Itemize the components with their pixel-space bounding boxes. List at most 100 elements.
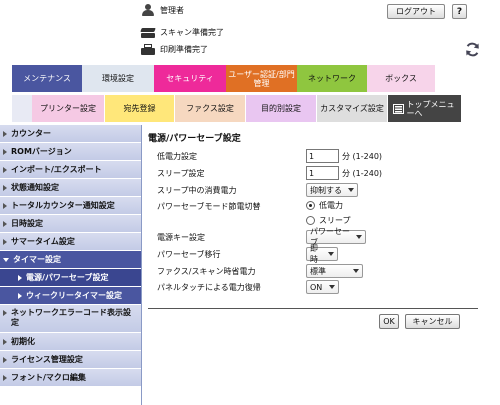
sidebar-item-summer-time[interactable]: サマータイム設定 [0,233,141,251]
sidebar-item-network-error-code[interactable]: ネットワークエラーコード表示設定 [0,305,141,333]
low-power-range: 分 (1-240) [342,151,383,161]
sidebar-item-status-notification[interactable]: 状態通知設定 [0,179,141,197]
scanner-icon [140,27,156,38]
sidebar-item-initialize[interactable]: 初期化 [0,333,141,351]
arrow-right-icon [3,184,7,191]
divider [148,308,478,309]
sidebar-item-label: カウンター [11,129,51,138]
chevron-down-icon [353,269,359,273]
print-status-text: 印刷準備完了 [160,45,208,54]
sidebar-item-import-export[interactable]: インポート/エクスポート [0,161,141,179]
user-label: 管理者 [160,5,184,15]
power-key-label: 電源キー設定 [157,233,205,242]
sidebar-item-label: ROMバージョン [11,147,72,156]
tab-label: カスタマイズ設定 [320,104,384,113]
chevron-down-icon [329,285,335,289]
tab-user-auth[interactable]: ユーザー認証/部門管理 [226,65,297,92]
sidebar-item-font-macro[interactable]: フォント/マクロ編集 [0,369,141,387]
print-status: 印刷準備完了 [141,44,208,55]
tab-label: セキュリティ [166,74,214,83]
page-title: 電源/パワーセーブ設定 [148,134,241,144]
sleep-input[interactable]: 1 [306,166,339,180]
logout-button[interactable]: ログアウト [387,4,445,19]
sleep-consumption-value: 抑制する [310,185,342,195]
fax-scan-power-value: 標準 [310,266,326,276]
arrow-right-icon [3,220,7,227]
sidebar-subitem-power-save[interactable]: 電源/パワーセーブ設定 [0,269,141,287]
sidebar-item-counter[interactable]: カウンター [0,125,141,143]
header: 管理者 ログアウト ? スキャン準備完了 印刷準備完了 [0,0,500,64]
radio-sleep[interactable]: スリープ [306,215,351,226]
sidebar-subitem-label: 電源/パワーセーブ設定 [26,273,109,282]
tab-printer-settings[interactable]: プリンター設定 [32,95,105,122]
sidebar-item-total-counter[interactable]: トータルカウンター通知設定 [0,197,141,215]
power-save-transition-select[interactable]: 即時 [306,244,338,264]
arrow-right-icon [3,356,7,363]
sidebar-item-license[interactable]: ライセンス管理設定 [0,351,141,369]
help-button[interactable]: ? [452,4,467,19]
radio-unselected-icon [306,216,315,225]
tab-label: ボックス [385,74,417,83]
tab-maintenance[interactable]: メンテナンス [12,65,82,92]
chevron-down-icon [356,235,362,239]
sidebar-item-label: ライセンス管理設定 [11,355,83,364]
tab-environment[interactable]: 環境設定 [82,65,154,92]
sidebar-item-date-time[interactable]: 日時設定 [0,215,141,233]
scan-status-text: スキャン準備完了 [160,28,224,37]
power-key-select[interactable]: パワーセーブ [306,227,366,247]
arrow-right-icon [3,374,7,381]
sidebar-item-label: 状態通知設定 [11,183,59,192]
printer-icon [141,44,155,55]
main-tabs: メンテナンス 環境設定 セキュリティ ユーザー認証/部門管理 ネットワーク ボッ… [12,65,435,92]
tab-purpose-settings[interactable]: 目的別設定 [246,95,317,122]
tab-customize-settings[interactable]: カスタマイズ設定 [317,95,388,122]
tab-network[interactable]: ネットワーク [297,65,367,92]
panel-touch-select[interactable]: ON [306,280,339,294]
top-menu-button[interactable]: トップメニューへ [388,95,461,122]
user-icon [141,4,155,16]
sidebar-item-label: フォント/マクロ編集 [11,373,86,382]
refresh-icon[interactable] [464,41,481,58]
arrow-right-icon [18,292,22,299]
arrow-right-icon [18,274,22,281]
fax-scan-power-select[interactable]: 標準 [306,264,363,278]
sub-tabs: プリンター設定 宛先登録 ファクス設定 目的別設定 カスタマイズ設定 トップメニ… [12,95,461,122]
chevron-down-icon [348,188,354,192]
arrow-right-icon [3,148,7,155]
tab-label: ネットワーク [308,74,356,83]
radio-selected-icon [306,201,315,210]
sidebar-item-timer[interactable]: タイマー設定 [0,251,141,269]
arrow-right-icon [3,238,7,245]
tab-label: 宛先登録 [123,104,156,113]
arrow-down-icon [3,257,9,262]
tab-label: メンテナンス [23,74,71,83]
fax-scan-power-label: ファクス/スキャン時省電力 [157,267,256,276]
sleep-label: スリープ設定 [157,169,205,178]
power-save-transition-label: パワーセーブ移行 [157,250,221,259]
sleep-consumption-label: スリープ中の消費電力 [157,186,237,195]
low-power-input[interactable]: 1 [306,149,339,163]
content-panel: 電源/パワーセーブ設定 低電力設定 1 分 (1-240) スリープ設定 1 分… [143,125,500,405]
power-save-mode-label: パワーセーブモード節電切替 [157,202,261,211]
sidebar: カウンター ROMバージョン インポート/エクスポート 状態通知設定 トータルカ… [0,125,142,405]
tab-fax-settings[interactable]: ファクス設定 [175,95,246,122]
radio-low-power-label: 低電力 [319,201,343,210]
sidebar-subitem-weekly-timer[interactable]: ウィークリータイマー設定 [0,287,141,305]
tab-address-registration[interactable]: 宛先登録 [105,95,175,122]
tab-box[interactable]: ボックス [367,65,435,92]
tab-label: プリンター設定 [40,104,96,113]
sleep-consumption-select[interactable]: 抑制する [306,183,358,197]
sidebar-item-label: ネットワークエラーコード表示設定 [11,308,131,327]
radio-low-power[interactable]: 低電力 [306,200,343,211]
chevron-down-icon [328,252,334,256]
radio-sleep-label: スリープ [319,216,351,225]
panel-touch-value: ON [310,282,323,292]
ok-button[interactable]: OK [379,314,399,329]
low-power-label: 低電力設定 [157,152,197,161]
sidebar-item-rom-version[interactable]: ROMバージョン [0,143,141,161]
tab-label: 環境設定 [102,74,134,83]
tab-security[interactable]: セキュリティ [154,65,226,92]
sidebar-subitem-label: ウィークリータイマー設定 [26,291,122,300]
menu-icon [392,103,404,114]
cancel-button[interactable]: キャンセル [405,314,460,329]
